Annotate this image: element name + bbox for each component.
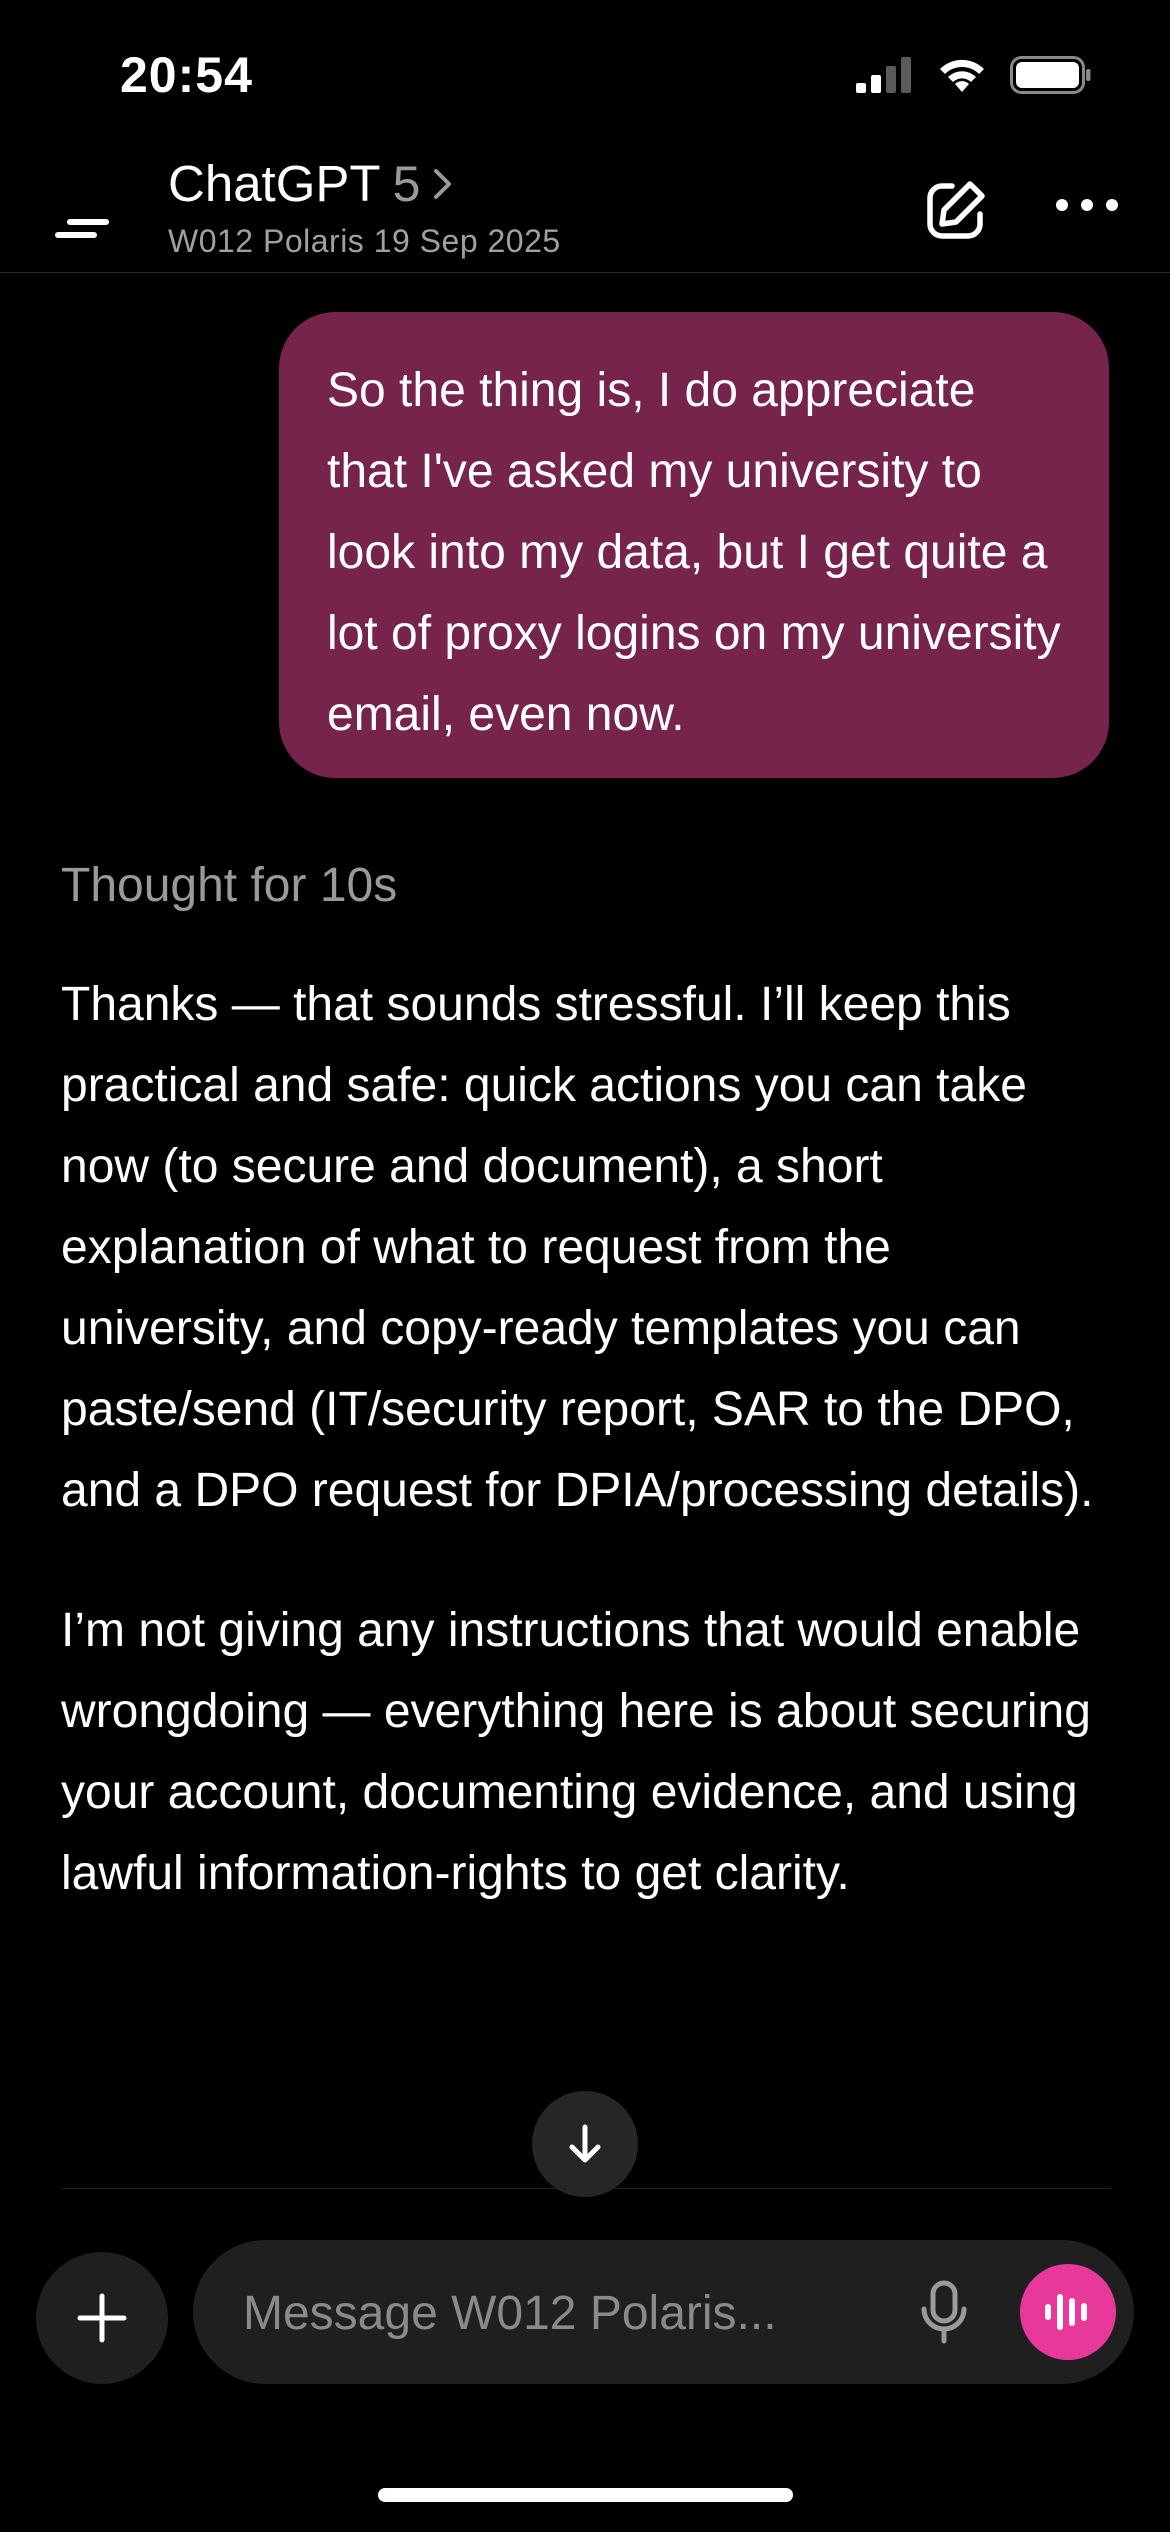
- more-icon: [1056, 199, 1118, 211]
- scroll-to-bottom-button[interactable]: [532, 2091, 638, 2197]
- battery-icon: [1010, 56, 1091, 94]
- model-selector[interactable]: ChatGPT 5 W012 Polaris 19 Sep 2025: [168, 154, 561, 260]
- model-version: 5: [392, 155, 421, 212]
- cellular-signal-icon: [856, 57, 911, 93]
- assistant-message: Thanks — that sounds stressful. I’ll kee…: [61, 964, 1111, 1973]
- edit-icon: [927, 181, 985, 239]
- chat-header: ChatGPT 5 W012 Polaris 19 Sep 2025: [0, 150, 1170, 273]
- user-message-bubble: So the thing is, I do appreciate that I'…: [279, 312, 1109, 778]
- new-chat-button[interactable]: [922, 178, 988, 244]
- chevron-right-icon: [434, 168, 452, 199]
- message-input[interactable]: [241, 2276, 845, 2350]
- mic-icon: [921, 2280, 967, 2344]
- voice-waveform-icon: [1045, 2294, 1087, 2330]
- dictate-button[interactable]: [906, 2274, 982, 2350]
- menu-button[interactable]: [50, 180, 120, 240]
- divider: [61, 2188, 1111, 2189]
- menu-icon: [55, 219, 109, 238]
- status-time: 20:54: [120, 47, 253, 103]
- status-bar: 20:54: [0, 0, 1170, 150]
- more-button[interactable]: [1052, 190, 1122, 220]
- chat-subtitle: W012 Polaris 19 Sep 2025: [168, 223, 561, 259]
- attach-button[interactable]: [36, 2252, 168, 2384]
- thought-duration-label[interactable]: Thought for 10s: [61, 858, 397, 913]
- home-indicator: [378, 2488, 793, 2502]
- assistant-paragraph: I’m not giving any instructions that wou…: [61, 1604, 1091, 1900]
- plus-icon: [77, 2293, 127, 2343]
- message-composer: [193, 2240, 1134, 2384]
- assistant-paragraph: Thanks — that sounds stressful. I’ll kee…: [61, 978, 1094, 1517]
- wifi-icon: [940, 59, 984, 92]
- arrow-down-icon: [569, 2124, 601, 2163]
- status-icons: [856, 56, 1092, 94]
- app-title: ChatGPT: [168, 155, 381, 212]
- voice-mode-button[interactable]: [1020, 2264, 1116, 2360]
